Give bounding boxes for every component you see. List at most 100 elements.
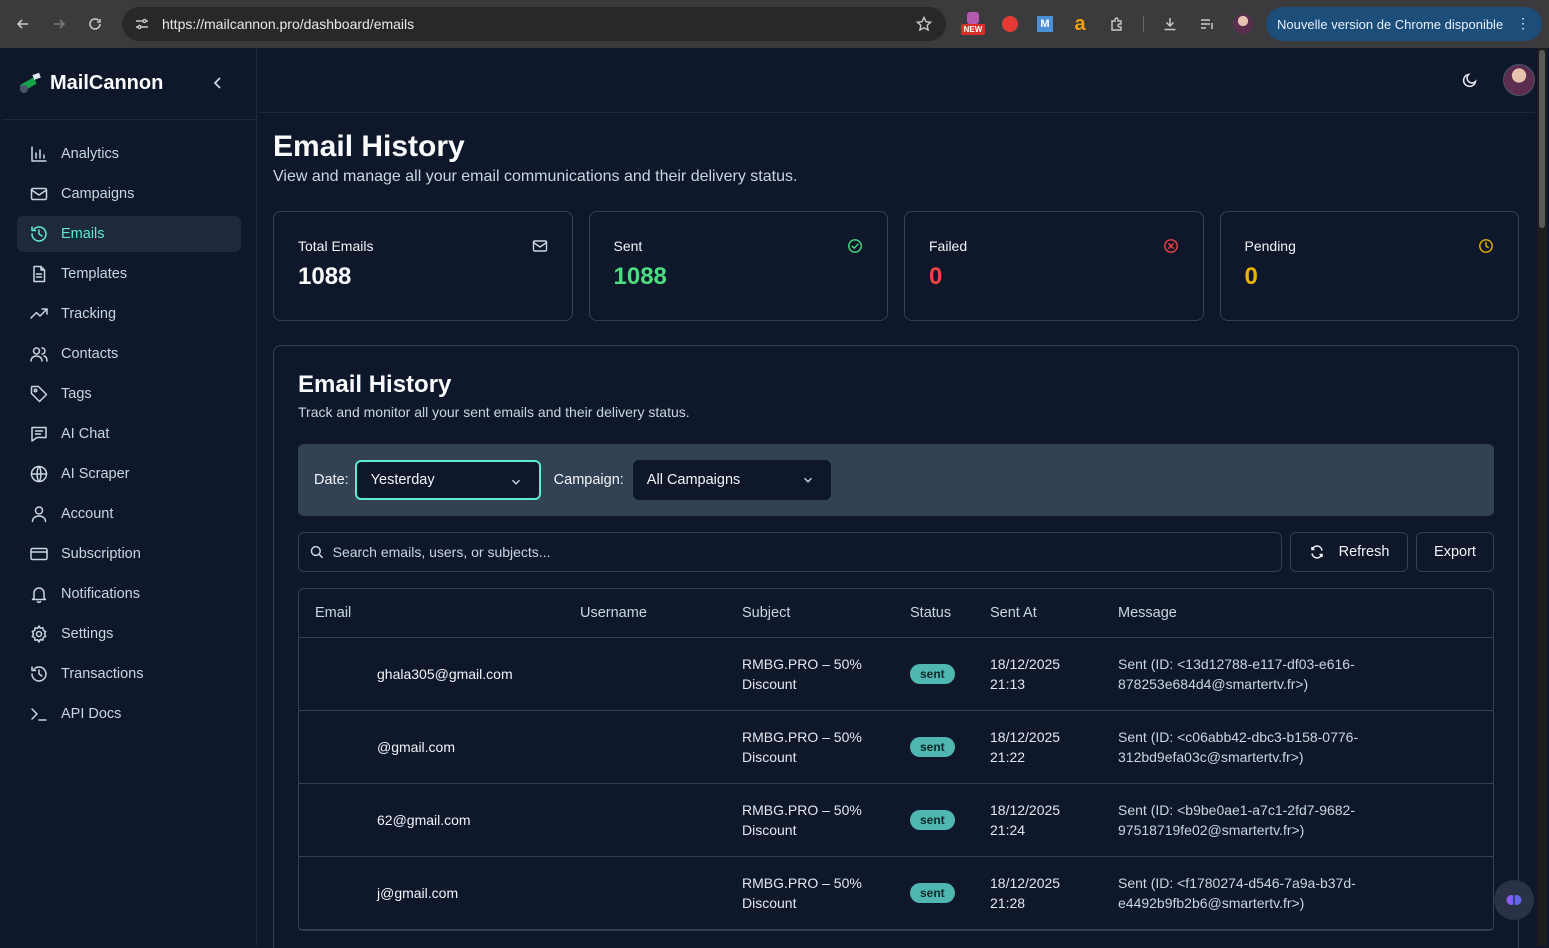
cell-email: ghala305@gmail.com <box>377 666 513 682</box>
bookmark-star-icon[interactable] <box>916 16 932 32</box>
chrome-update-button[interactable]: Nouvelle version de Chrome disponible ⋮ <box>1266 7 1542 41</box>
extension-new-icon[interactable]: NEW <box>961 12 985 36</box>
cell-subject: RMBG.PRO – 50% Discount <box>726 873 894 913</box>
campaign-select[interactable]: All Campaigns <box>632 460 831 500</box>
sidebar-item-label: AI Chat <box>61 426 110 442</box>
sidebar-item-label: Transactions <box>61 666 144 682</box>
message-line: Sent (ID: <c06abb42-dbc3-b158-0776- <box>1118 729 1359 745</box>
ai-assistant-button[interactable] <box>1494 880 1534 920</box>
sidebar-item-api-docs[interactable]: API Docs <box>17 696 241 732</box>
cell-message: Sent (ID: <c06abb42-dbc3-b158-0776- 312bd… <box>1102 727 1493 767</box>
reload-icon[interactable] <box>77 6 113 42</box>
history-icon <box>31 226 47 242</box>
browser-toolbar: https://mailcannon.pro/dashboard/emails … <box>0 0 1549 48</box>
sent-date: 18/12/2025 <box>990 729 1061 745</box>
page-title: Email History <box>273 130 465 163</box>
sidebar-item-settings[interactable]: Settings <box>17 616 241 652</box>
sidebar-item-templates[interactable]: Templates <box>17 256 241 292</box>
export-label: Export <box>1434 544 1476 560</box>
cell-email: j@gmail.com <box>377 885 459 901</box>
cell-sent-at: 18/12/2025 21:24 <box>974 800 1102 840</box>
moon-icon[interactable] <box>1462 72 1478 88</box>
sidebar-item-ai-chat[interactable]: AI Chat <box>17 416 241 452</box>
bar-chart-icon <box>31 146 47 162</box>
chevron-left-icon[interactable] <box>210 75 226 91</box>
mail-icon <box>532 240 547 252</box>
table-row[interactable]: @gmail.com RMBG.PRO – 50% Discount sent 18/1… <box>299 711 1493 784</box>
sidebar-item-label: Emails <box>61 226 105 242</box>
sent-date: 18/12/2025 <box>990 656 1061 672</box>
stat-label: Pending <box>1244 238 1296 254</box>
sidebar-item-transactions[interactable]: Transactions <box>17 656 241 692</box>
column-header-username: Username <box>580 605 647 621</box>
cell-subject: RMBG.PRO – 50% Discount <box>726 654 894 694</box>
sidebar-item-contacts[interactable]: Contacts <box>17 336 241 372</box>
bell-icon <box>31 587 47 604</box>
sidebar-item-notifications[interactable]: Notifications <box>17 576 241 612</box>
media-queue-icon[interactable] <box>1195 12 1219 36</box>
message-line: Sent (ID: <13d12788-e117-df03-e616- <box>1118 656 1355 672</box>
cell-status: sent <box>894 664 974 684</box>
chevron-down-icon <box>803 477 812 483</box>
column-header-subject: Subject <box>742 605 791 621</box>
sidebar-item-ai-scraper[interactable]: AI Scraper <box>17 456 241 492</box>
export-button[interactable]: Export <box>1416 532 1494 572</box>
download-icon[interactable] <box>1158 12 1182 36</box>
table-row[interactable]: j@gmail.com RMBG.PRO – 50% Discount sent 18/… <box>299 857 1493 930</box>
back-icon[interactable] <box>5 6 41 42</box>
subject-line: Discount <box>742 895 797 911</box>
campaign-label: Campaign: <box>553 472 624 488</box>
extension-red-icon[interactable] <box>998 12 1022 36</box>
subject-line: Discount <box>742 822 797 838</box>
extensions-puzzle-icon[interactable] <box>1105 12 1129 36</box>
history-icon <box>31 666 47 682</box>
sidebar-item-subscription[interactable]: Subscription <box>17 536 241 572</box>
forward-icon[interactable] <box>41 6 77 42</box>
sidebar-item-account[interactable]: Account <box>17 496 241 532</box>
page-subtitle: View and manage all your email communica… <box>273 168 798 185</box>
refresh-button[interactable]: Refresh <box>1290 532 1408 572</box>
user-avatar[interactable] <box>1503 64 1535 96</box>
page-scrollbar[interactable] <box>1537 48 1547 946</box>
subject-line: RMBG.PRO – 50% <box>742 656 862 672</box>
sidebar-item-analytics[interactable]: Analytics <box>17 136 241 172</box>
sidebar-item-emails[interactable]: Emails <box>17 216 241 252</box>
cell-status: sent <box>894 810 974 830</box>
extension-m-icon[interactable]: M <box>1033 12 1057 36</box>
card-title: Email History <box>298 371 452 398</box>
card-subtitle: Track and monitor all your sent emails a… <box>298 404 690 420</box>
email-history-card: Email History Track and monitor all your… <box>273 345 1519 948</box>
address-bar[interactable]: https://mailcannon.pro/dashboard/emails <box>122 7 946 41</box>
cell-sent-at: 18/12/2025 21:22 <box>974 727 1102 767</box>
sidebar-item-tags[interactable]: Tags <box>17 376 241 412</box>
site-settings-icon[interactable] <box>134 16 150 32</box>
scrollbar-thumb[interactable] <box>1539 50 1545 228</box>
sidebar-item-label: AI Scraper <box>61 466 130 482</box>
extension-amazon-icon[interactable]: a <box>1068 12 1092 36</box>
column-header-sent-at: Sent At <box>990 605 1037 621</box>
tag-icon <box>30 385 48 403</box>
status-badge: sent <box>910 664 955 684</box>
url-text[interactable]: https://mailcannon.pro/dashboard/emails <box>162 16 414 32</box>
column-header-email: Email <box>315 605 352 621</box>
sidebar-item-campaigns[interactable]: Campaigns <box>17 176 241 212</box>
date-select-value: Yesterday <box>370 472 435 488</box>
search-box[interactable] <box>298 532 1282 572</box>
search-input[interactable] <box>332 544 1281 560</box>
more-vert-icon[interactable]: ⋮ <box>1516 15 1530 32</box>
sent-time: 21:22 <box>990 749 1026 765</box>
sidebar-item-tracking[interactable]: Tracking <box>17 296 241 332</box>
sidebar-item-label: Campaigns <box>61 186 135 202</box>
table-row[interactable]: ghala305@gmail.com RMBG.PRO – 50% Discount… <box>299 638 1493 711</box>
table-row[interactable]: 62@gmail.com RMBG.PRO – 50% Discount sent 18… <box>299 784 1493 857</box>
profile-avatar-icon[interactable] <box>1231 12 1255 36</box>
sidebar-item-label: Analytics <box>61 146 120 162</box>
date-select[interactable]: Yesterday <box>354 460 541 500</box>
stats-row: Total Emails 1088 Sent 1088 Failed 0 Pending 0 <box>273 211 1519 321</box>
cell-sent-at: 18/12/2025 21:13 <box>974 654 1102 694</box>
x-circle-icon <box>1163 239 1178 253</box>
users-icon <box>30 347 48 362</box>
file-text-icon <box>33 265 46 283</box>
brand-name: MailCannon <box>50 72 164 94</box>
cell-message: Sent (ID: <13d12788-e117-df03-e616- 87825… <box>1102 654 1493 694</box>
